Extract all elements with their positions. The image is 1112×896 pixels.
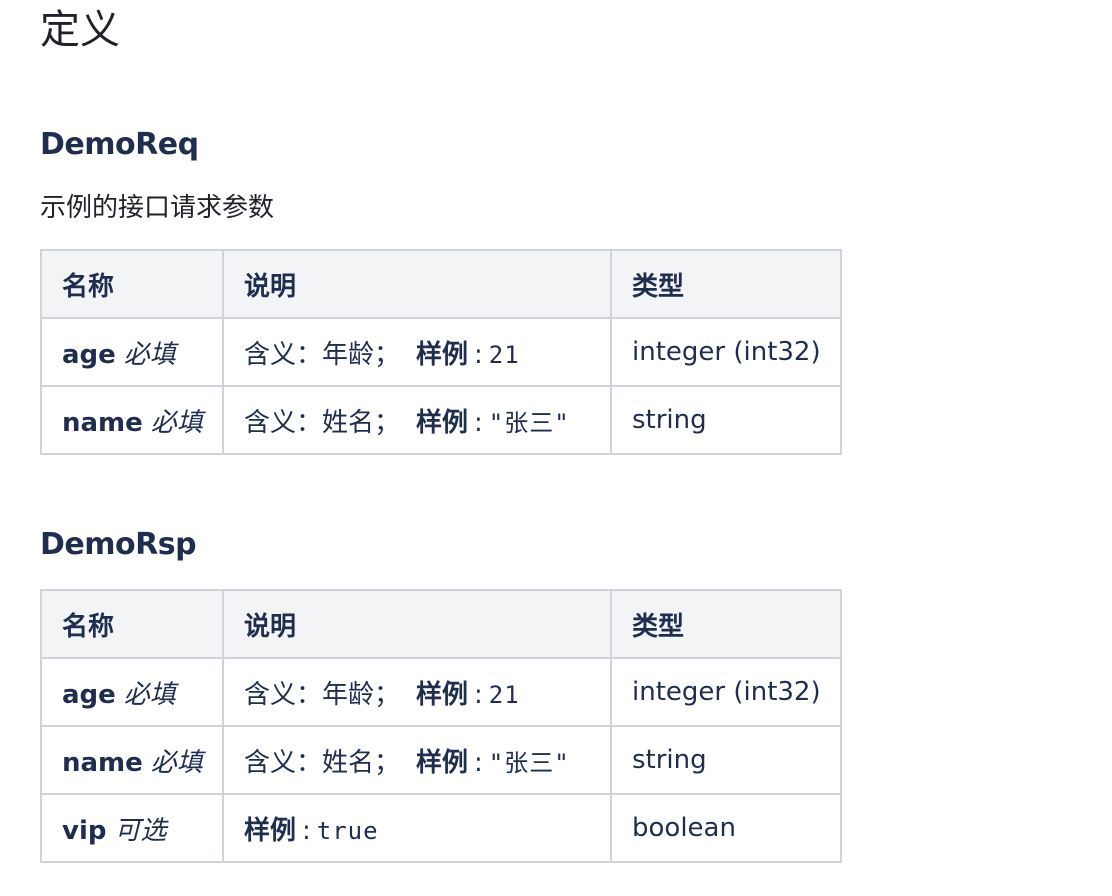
section-title-demorsp: DemoRsp <box>40 527 197 562</box>
table-header-row: 名称 说明 类型 <box>40 249 842 319</box>
field-name-cell: age 必填 <box>40 657 224 727</box>
field-description-cell: 含义：姓名； 样例: "张三" <box>222 725 612 795</box>
description-text: 含义：姓名； <box>244 407 401 438</box>
required-flag: 必填 <box>123 339 176 370</box>
field-name-cell: vip 可选 <box>40 793 224 863</box>
field-description-cell: 含义：年龄； 样例:21 <box>222 657 612 727</box>
table-row: name 必填 含义：姓名； 样例: "张三" string <box>40 725 842 795</box>
section-description-demoreq: 示例的接口请求参数 <box>40 193 275 223</box>
example-value: 21 <box>488 340 520 369</box>
field-description-cell: 含义：年龄； 样例:21 <box>222 317 612 387</box>
field-name: vip <box>62 815 107 846</box>
demoreq-table: 名称 说明 类型 age 必填 含义：年龄； 样例:21 integer (int3… <box>40 249 842 455</box>
description-text: 含义：姓名； <box>244 747 401 778</box>
example-label: 样例 <box>416 747 469 778</box>
example-value: true <box>316 816 379 845</box>
optional-flag: 可选 <box>114 815 167 846</box>
column-header-description: 说明 <box>222 589 612 659</box>
table-row: age 必填 含义：年龄； 样例:21 integer (int32) <box>40 317 842 387</box>
column-header-name: 名称 <box>40 589 224 659</box>
demorsp-table: 名称 说明 类型 age 必填 含义：年龄； 样例:21 integer (int3… <box>40 589 842 863</box>
field-description-cell: 含义：姓名； 样例: "张三" <box>222 385 612 455</box>
column-header-type: 类型 <box>610 589 842 659</box>
page-title: 定义 <box>40 7 120 53</box>
required-flag: 必填 <box>123 679 176 710</box>
field-type-cell: integer (int32) <box>610 317 842 387</box>
example-label: 样例 <box>244 815 297 846</box>
example-label: 样例 <box>416 407 469 438</box>
field-type-cell: integer (int32) <box>610 657 842 727</box>
table-row: vip 可选 样例: true boolean <box>40 793 842 863</box>
example-label: 样例 <box>416 679 469 710</box>
required-flag: 必填 <box>150 407 203 438</box>
field-name: age <box>62 339 116 370</box>
example-value: "张三" <box>488 408 570 437</box>
table-row: age 必填 含义：年龄； 样例:21 integer (int32) <box>40 657 842 727</box>
description-text: 含义：年龄； <box>244 339 401 370</box>
field-name-cell: name 必填 <box>40 725 224 795</box>
field-name-cell: name 必填 <box>40 385 224 455</box>
field-name: name <box>62 747 143 778</box>
column-header-description: 说明 <box>222 249 612 319</box>
section-title-demoreq: DemoReq <box>40 127 199 162</box>
column-header-type: 类型 <box>610 249 842 319</box>
field-type-cell: string <box>610 725 842 795</box>
field-name-cell: age 必填 <box>40 317 224 387</box>
required-flag: 必填 <box>150 747 203 778</box>
field-name: name <box>62 407 143 438</box>
example-value: 21 <box>488 680 520 709</box>
table-row: name 必填 含义：姓名； 样例: "张三" string <box>40 385 842 455</box>
example-label: 样例 <box>416 339 469 370</box>
field-type-cell: boolean <box>610 793 842 863</box>
table-header-row: 名称 说明 类型 <box>40 589 842 659</box>
column-header-name: 名称 <box>40 249 224 319</box>
field-name: age <box>62 679 116 710</box>
example-value: "张三" <box>488 748 570 777</box>
field-description-cell: 样例: true <box>222 793 612 863</box>
description-text: 含义：年龄； <box>244 679 401 710</box>
field-type-cell: string <box>610 385 842 455</box>
